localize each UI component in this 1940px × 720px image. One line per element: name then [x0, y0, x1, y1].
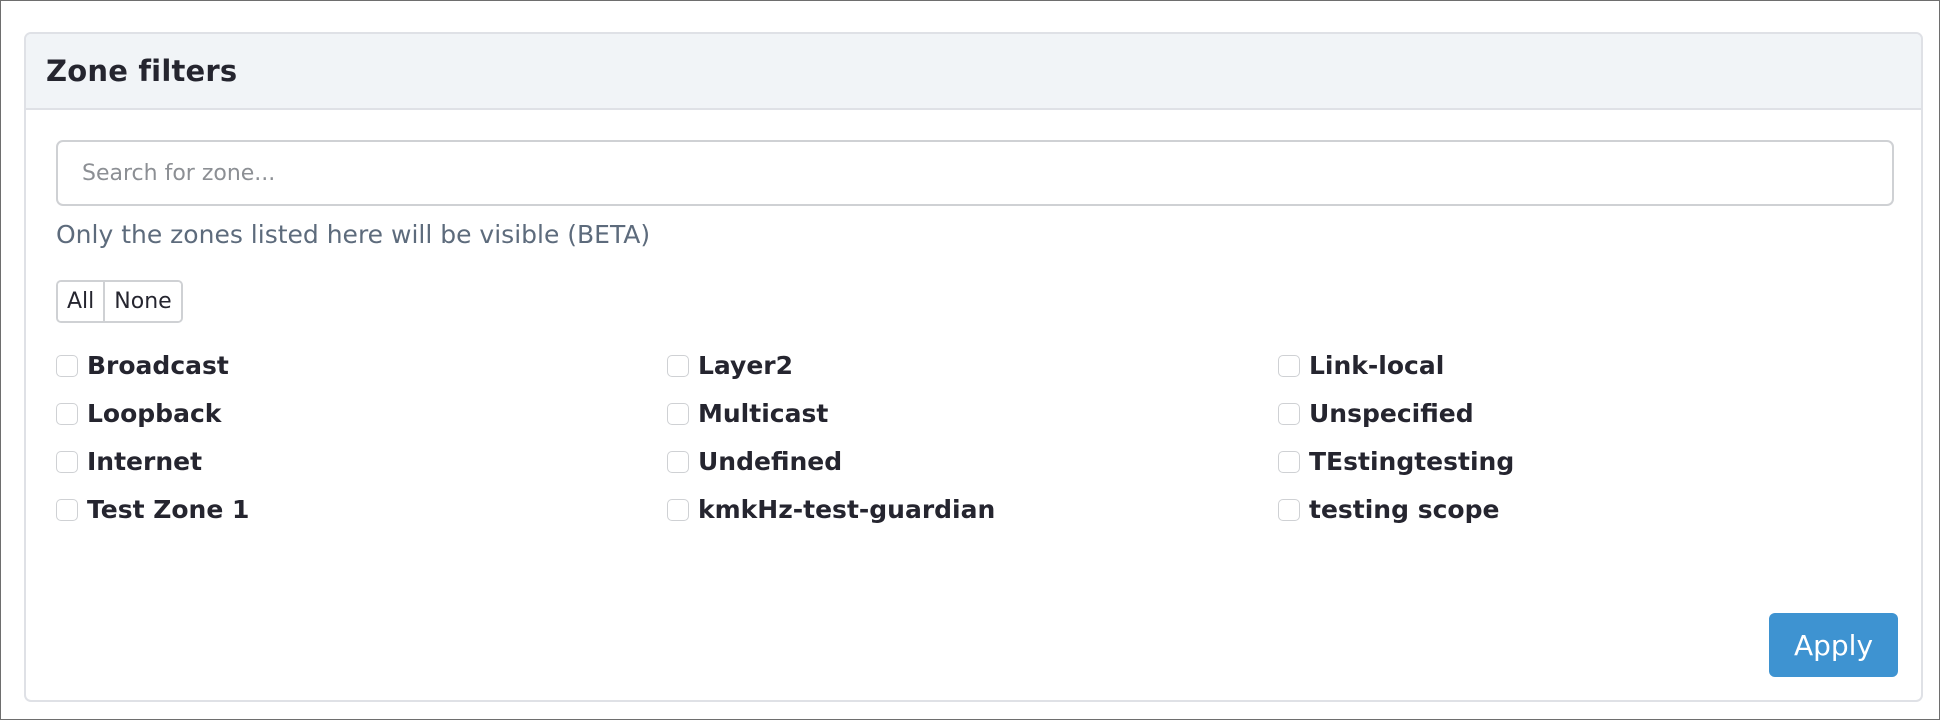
apply-button[interactable]: Apply: [1769, 613, 1898, 677]
zone-label: Multicast: [698, 399, 829, 428]
zone-item[interactable]: Internet: [56, 446, 667, 477]
zone-label: Undefined: [698, 447, 843, 476]
checkbox[interactable]: [56, 450, 78, 473]
checkbox[interactable]: [1278, 354, 1300, 377]
zone-label: Link-local: [1309, 351, 1445, 380]
checkbox[interactable]: [667, 450, 689, 473]
zone-label: Internet: [87, 447, 203, 476]
select-all-button[interactable]: All: [58, 282, 104, 321]
zone-label: kmkHz-test-guardian: [698, 495, 996, 524]
zone-label: Test Zone 1: [87, 495, 250, 524]
checkbox[interactable]: [667, 402, 689, 425]
zone-item[interactable]: Loopback: [56, 398, 667, 429]
zone-label: Layer2: [698, 351, 794, 380]
zone-checkbox-list: Broadcast Layer2 Link-local Loopback Mul…: [56, 350, 1886, 525]
zone-item[interactable]: Multicast: [667, 398, 1278, 429]
zone-label: testing scope: [1309, 495, 1500, 524]
checkbox[interactable]: [667, 498, 689, 521]
zone-item[interactable]: Test Zone 1: [56, 494, 667, 525]
zone-label: Loopback: [87, 399, 222, 428]
zone-item[interactable]: Broadcast: [56, 350, 667, 381]
checkbox[interactable]: [56, 354, 78, 377]
zone-item[interactable]: TEstingtesting: [1278, 446, 1889, 477]
zone-item[interactable]: Layer2: [667, 350, 1278, 381]
zone-label: Broadcast: [87, 351, 229, 380]
zone-item[interactable]: Undefined: [667, 446, 1278, 477]
zone-filters-panel: Zone filters Only the zones listed here …: [24, 32, 1923, 702]
zone-label: Unspecified: [1309, 399, 1474, 428]
select-none-button[interactable]: None: [103, 282, 181, 321]
select-all-none-group: All None: [56, 280, 183, 323]
checkbox[interactable]: [56, 498, 78, 521]
panel-title: Zone filters: [46, 54, 238, 88]
help-text: Only the zones listed here will be visib…: [56, 220, 651, 249]
checkbox[interactable]: [1278, 498, 1300, 521]
checkbox[interactable]: [1278, 402, 1300, 425]
zone-label: TEstingtesting: [1309, 447, 1515, 476]
zone-item[interactable]: kmkHz-test-guardian: [667, 494, 1278, 525]
checkbox[interactable]: [667, 354, 689, 377]
checkbox[interactable]: [1278, 450, 1300, 473]
zone-item[interactable]: Unspecified: [1278, 398, 1889, 429]
zone-item[interactable]: Link-local: [1278, 350, 1889, 381]
zone-search-input[interactable]: [56, 140, 1894, 206]
panel-header: Zone filters: [26, 34, 1921, 110]
zone-item[interactable]: testing scope: [1278, 494, 1889, 525]
checkbox[interactable]: [56, 402, 78, 425]
